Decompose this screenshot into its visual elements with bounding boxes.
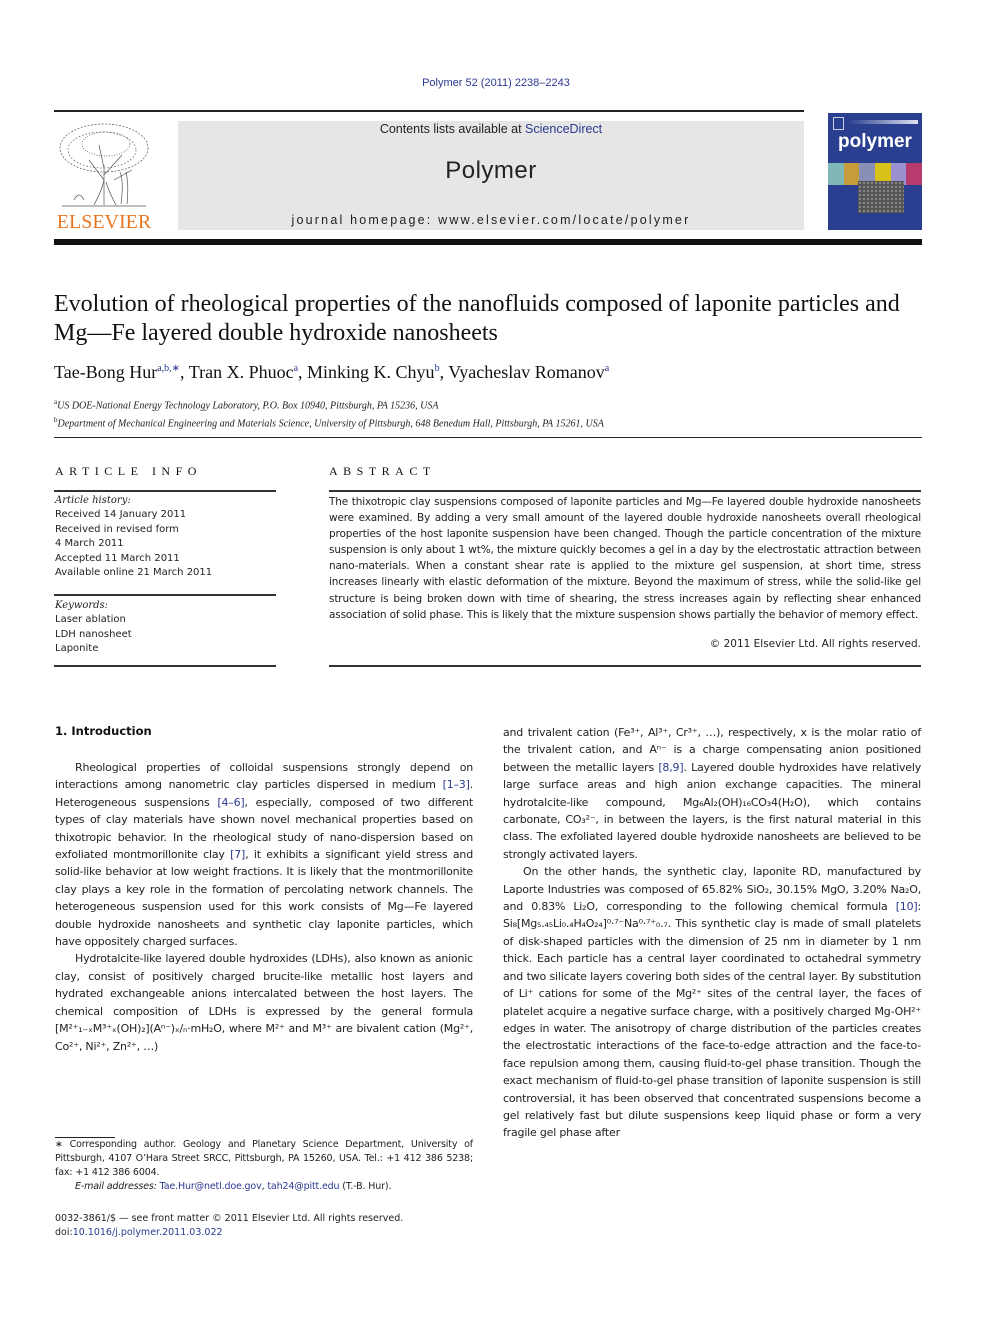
author-affiliation-marks[interactable]: b bbox=[435, 363, 440, 374]
author-list: Tae-Bong Hura,b,∗, Tran X. Phuoca, Minki… bbox=[54, 362, 610, 382]
paragraph: Rheological properties of colloidal susp… bbox=[55, 759, 473, 950]
elsevier-wordmark: ELSEVIER bbox=[56, 211, 152, 233]
text-run: On the other hands, the synthetic clay, … bbox=[503, 865, 921, 914]
article-info-rule bbox=[54, 665, 276, 667]
doi-prefix: doi: bbox=[55, 1227, 73, 1238]
doi-line: doi:10.1016/j.polymer.2011.03.022 bbox=[55, 1226, 473, 1240]
author-name[interactable]: Tae-Bong Hur bbox=[54, 362, 157, 382]
cover-stripe bbox=[848, 120, 918, 124]
author-name[interactable]: Vyacheslav Romanov bbox=[448, 362, 604, 382]
keyword-item: Laser ablation bbox=[55, 614, 126, 626]
header-rule bbox=[54, 110, 804, 112]
email-link[interactable]: Tae.Hur@netl.doe.gov bbox=[160, 1181, 262, 1192]
contents-line: Contents lists available at ScienceDirec… bbox=[178, 121, 804, 137]
header-thick-rule bbox=[54, 239, 922, 245]
reference-link[interactable]: [7] bbox=[230, 848, 245, 861]
author-name[interactable]: Minking K. Chyu bbox=[307, 362, 435, 382]
paragraph: On the other hands, the synthetic clay, … bbox=[503, 863, 921, 1142]
history-item: Received in revised form bbox=[55, 523, 179, 535]
history-item: 4 March 2011 bbox=[55, 538, 124, 550]
journal-name: Polymer bbox=[445, 157, 537, 184]
cover-sem-image bbox=[858, 181, 904, 213]
reference-link[interactable]: [4–6] bbox=[217, 796, 244, 809]
history-label: Article history: bbox=[55, 495, 131, 506]
abstract-heading: ABSTRACT bbox=[329, 464, 436, 478]
paragraph: and trivalent cation (Fe³⁺, Al³⁺, Cr³⁺, … bbox=[503, 724, 921, 863]
abstract-text: The thixotropic clay suspensions compose… bbox=[329, 496, 921, 621]
email-line: E-mail addresses: Tae.Hur@netl.doe.gov, … bbox=[55, 1180, 473, 1194]
email-suffix: (T.-B. Hur). bbox=[339, 1181, 392, 1192]
elsevier-tree-icon bbox=[59, 123, 149, 207]
author-affiliation-marks[interactable]: a bbox=[605, 363, 609, 374]
ldh-formula: [M²⁺₁₋ₓM³⁺ₓ(OH)₂](Aⁿ⁻)ₓ/ₙ·mH₂O bbox=[55, 1022, 222, 1036]
corresponding-author-footnote: ∗ Corresponding author. Geology and Plan… bbox=[55, 1138, 473, 1194]
body-column-left: Rheological properties of colloidal susp… bbox=[55, 759, 473, 1055]
affiliation-item: bDepartment of Mechanical Engineering an… bbox=[54, 413, 934, 431]
paragraph: Hydrotalcite-like layered double hydroxi… bbox=[55, 950, 473, 1054]
email-link[interactable]: tah24@pitt.edu bbox=[267, 1181, 339, 1192]
journal-homepage-link[interactable]: journal homepage: www.elsevier.com/locat… bbox=[178, 213, 804, 227]
corresponding-note: ∗ Corresponding author. Geology and Plan… bbox=[55, 1139, 473, 1178]
doi-link[interactable]: 10.1016/j.polymer.2011.03.022 bbox=[73, 1227, 223, 1238]
article-title: Evolution of rheological properties of t… bbox=[54, 291, 900, 346]
cover-elsevier-badge-icon bbox=[833, 117, 844, 130]
keywords: Keywords: Laser ablation LDH nanosheet L… bbox=[55, 599, 275, 657]
cover-title: polymer bbox=[838, 131, 912, 152]
history-item: Accepted 11 March 2011 bbox=[55, 552, 180, 564]
journal-masthead: Contents lists available at ScienceDirec… bbox=[178, 121, 804, 230]
text-run: . Layered double hydroxides have relativ… bbox=[503, 760, 922, 861]
affiliations: aUS DOE-National Energy Technology Labor… bbox=[54, 395, 934, 432]
elsevier-logo[interactable]: ELSEVIER bbox=[54, 120, 154, 234]
reference-link[interactable]: [10] bbox=[896, 900, 918, 913]
abstract-rule bbox=[329, 490, 921, 492]
keywords-label: Keywords: bbox=[55, 600, 109, 611]
issn-line: 0032-3861/$ — see front matter © 2011 El… bbox=[55, 1213, 404, 1224]
affiliation-text: Department of Mechanical Engineering and… bbox=[57, 418, 604, 430]
text-run: Hydrotalcite-like layered double hydroxi… bbox=[55, 952, 473, 1018]
abstract-copyright: © 2011 Elsevier Ltd. All rights reserved… bbox=[709, 638, 921, 650]
keyword-item: LDH nanosheet bbox=[55, 628, 132, 640]
abstract-rule bbox=[329, 665, 921, 667]
section-divider bbox=[54, 437, 922, 438]
journal-cover-image[interactable]: polymer bbox=[828, 113, 922, 230]
text-run: : Si₈[Mg₅.₄₅Li₀.₄H₄O₂₄]⁰·⁷⁻Na⁰·⁷⁺₀.₇. Th… bbox=[503, 900, 921, 1140]
text-run: Rheological properties of colloidal susp… bbox=[55, 761, 473, 792]
keyword-item: Laponite bbox=[55, 643, 99, 655]
reference-link[interactable]: [1–3] bbox=[443, 778, 470, 791]
email-label: E-mail addresses: bbox=[75, 1181, 157, 1192]
affiliation-item: aUS DOE-National Energy Technology Labor… bbox=[54, 395, 934, 413]
text-run: , it exhibits a significant yield stress… bbox=[55, 848, 473, 949]
author-affiliation-marks[interactable]: a bbox=[294, 363, 298, 374]
article-info-rule bbox=[54, 490, 276, 492]
sciencedirect-link[interactable]: ScienceDirect bbox=[525, 122, 602, 136]
history-item: Available online 21 March 2011 bbox=[55, 567, 213, 579]
article-history: Article history: Received 14 January 201… bbox=[55, 494, 275, 580]
journal-citation-link[interactable]: Polymer 52 (2011) 2238–2243 bbox=[0, 77, 992, 89]
article-info-rule bbox=[54, 594, 276, 596]
article-info-heading: ARTICLE INFO bbox=[55, 464, 202, 478]
history-item: Received 14 January 2011 bbox=[55, 509, 187, 521]
author-affiliation-marks[interactable]: a,b,∗ bbox=[157, 363, 180, 374]
front-matter: 0032-3861/$ — see front matter © 2011 El… bbox=[55, 1212, 473, 1240]
author-name[interactable]: Tran X. Phuoc bbox=[189, 362, 294, 382]
introduction-heading: 1. Introduction bbox=[55, 724, 152, 738]
contents-prefix: Contents lists available at bbox=[379, 122, 526, 136]
body-column-right: and trivalent cation (Fe³⁺, Al³⁺, Cr³⁺, … bbox=[503, 724, 921, 1142]
affiliation-text: US DOE-National Energy Technology Labora… bbox=[57, 400, 439, 412]
reference-link[interactable]: [8,9] bbox=[658, 761, 683, 774]
